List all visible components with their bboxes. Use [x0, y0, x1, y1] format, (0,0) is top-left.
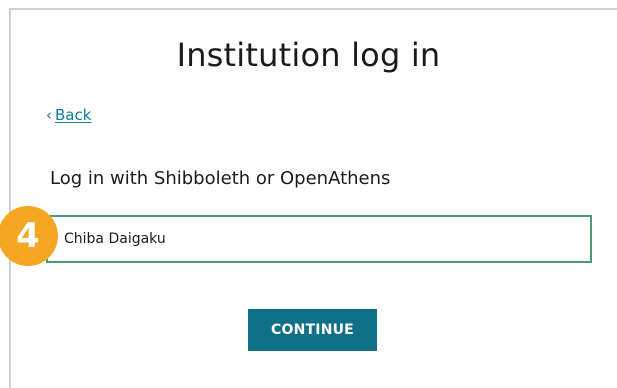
login-method-heading: Log in with Shibboleth or OpenAthens: [50, 168, 391, 189]
back-link-label: Back: [55, 106, 92, 124]
step-number-badge: 4: [0, 206, 58, 266]
institution-input[interactable]: [48, 217, 590, 261]
chevron-left-icon: ‹: [46, 106, 52, 124]
page-title: Institution log in: [176, 36, 441, 74]
continue-button[interactable]: CONTINUE: [248, 309, 377, 351]
institution-input-wrapper: [46, 215, 592, 263]
back-link[interactable]: ‹ Back: [46, 106, 91, 124]
